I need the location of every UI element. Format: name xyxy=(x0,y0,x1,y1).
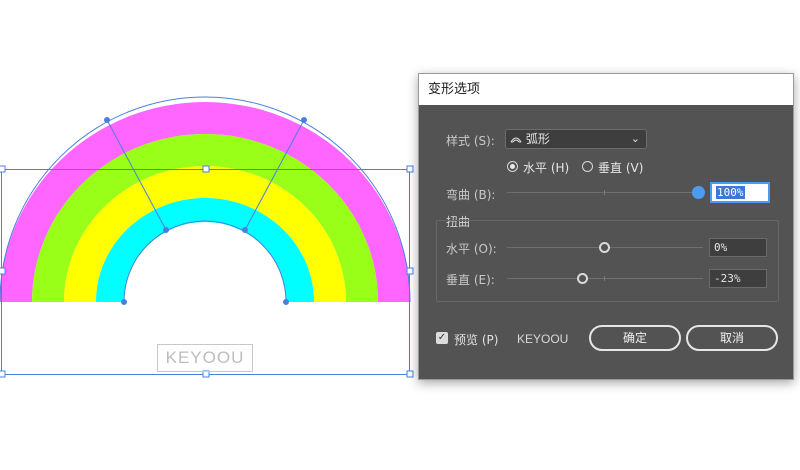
selection-handle xyxy=(202,165,210,173)
radio-horizontal-label[interactable]: 水平 (H) xyxy=(523,159,569,176)
distortion-group xyxy=(436,220,779,302)
selection-handle xyxy=(0,370,6,378)
vertical-distort-thumb[interactable] xyxy=(577,273,588,284)
warp-options-dialog: 变形选项 样式 (S): 弧形 ⌄ 水平 (H) 垂直 (V) 弯曲 (B): … xyxy=(418,73,794,380)
radio-vertical[interactable] xyxy=(582,161,593,172)
arc-style-icon xyxy=(510,131,522,143)
chevron-down-icon: ⌄ xyxy=(630,132,640,145)
style-label: 样式 (S): xyxy=(446,134,495,148)
selection-handle xyxy=(0,165,6,173)
radio-horizontal[interactable] xyxy=(507,161,518,172)
style-dropdown[interactable]: 弧形 ⌄ xyxy=(505,129,647,149)
vertical-distort-track[interactable] xyxy=(507,278,703,279)
vertical-distort-label: 垂直 (E): xyxy=(446,273,495,287)
horizontal-distort-input[interactable]: 0% xyxy=(709,238,767,257)
selection-handle xyxy=(406,267,414,275)
radio-vertical-label[interactable]: 垂直 (V) xyxy=(598,159,643,176)
rainbow-art[interactable] xyxy=(0,102,410,302)
keyoou-watermark: KEYOOU xyxy=(157,344,253,372)
bend-input[interactable]: 100% xyxy=(711,183,769,202)
selection-handle xyxy=(406,165,414,173)
dialog-title[interactable]: 变形选项 xyxy=(419,74,793,105)
selection-handle xyxy=(0,267,6,275)
artboard-canvas[interactable] xyxy=(0,0,420,470)
vertical-distort-input[interactable]: -23% xyxy=(709,269,767,288)
bend-label: 弯曲 (B): xyxy=(446,188,496,202)
preview-checkbox[interactable]: ✓ xyxy=(436,332,448,344)
horizontal-distort-label: 水平 (O): xyxy=(446,242,497,256)
ok-button[interactable]: 确定 xyxy=(589,325,681,351)
bend-slider-thumb[interactable] xyxy=(692,186,705,199)
cancel-button[interactable]: 取消 xyxy=(686,325,778,351)
selection-handle xyxy=(406,370,414,378)
style-dropdown-value: 弧形 xyxy=(525,132,550,146)
preview-label[interactable]: 预览 (P) xyxy=(454,331,498,348)
dialog-watermark-text: KEYOOU xyxy=(517,332,569,346)
horizontal-distort-thumb[interactable] xyxy=(599,242,610,253)
